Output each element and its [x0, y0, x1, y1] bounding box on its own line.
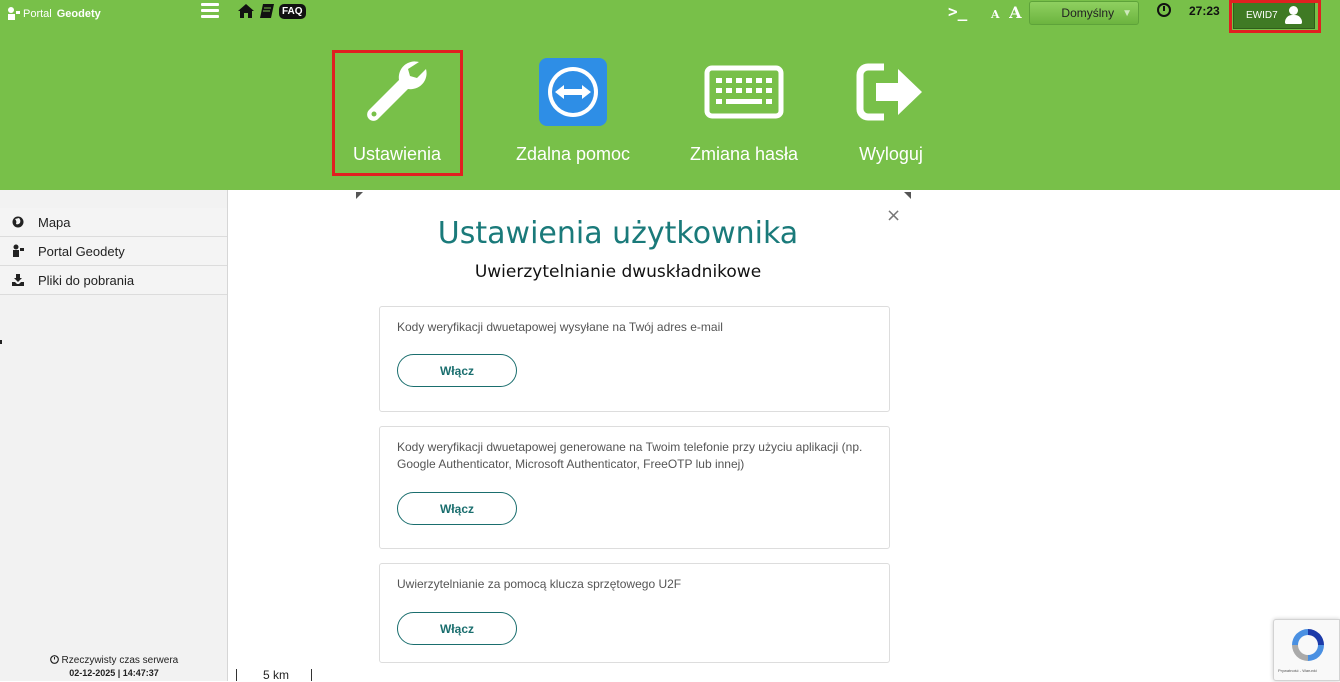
enable-u2f-button[interactable]: Włącz [397, 612, 517, 645]
download-icon [12, 274, 24, 286]
server-time-label: Rzeczywisty czas serwera [61, 655, 179, 666]
session-timer: 27:23 [1189, 4, 1220, 18]
enable-email-2fa-button[interactable]: Włącz [397, 354, 517, 387]
book-icon[interactable] [259, 3, 275, 19]
menu-tile-label: Wyloguj [859, 144, 923, 164]
portal-logo[interactable]: Portal Geodety [5, 6, 101, 22]
two-factor-email-card: Kody weryfikacji dwuetapowej wysyłane na… [379, 306, 890, 412]
sidebar-item-label: Pliki do pobrania [38, 272, 135, 288]
menu-tile-remote-help[interactable]: Zdalna pomoc [508, 52, 638, 172]
globe-icon [12, 216, 24, 228]
logo-bold-text: Geodety [56, 8, 101, 20]
menu-tile-change-password[interactable]: Zmiana hasła [679, 52, 809, 172]
server-clock: 14:47:37 [122, 668, 159, 678]
card-description: Uwierzytelnianie za pomocą klucza sprzęt… [397, 577, 682, 591]
logout-icon [856, 63, 922, 121]
surveyor-logo-icon [8, 7, 20, 20]
font-increase-button[interactable]: A [1009, 3, 1021, 22]
sidebar-item-label: Portal Geodety [38, 243, 125, 259]
terminal-icon[interactable]: >_ [948, 2, 967, 21]
user-highlight-box [1229, 0, 1321, 33]
modal-corner-left [356, 192, 363, 199]
sidebar-item-portal-geodety[interactable]: Portal Geodety [0, 237, 227, 266]
user-settings-modal: × Ustawienia użytkownika Uwierzytelniani… [324, 190, 912, 663]
menu-tile-logout[interactable]: Wyloguj [826, 52, 956, 172]
left-edge-marker [0, 340, 2, 344]
clock-icon [1157, 3, 1171, 17]
recaptcha-icon [1292, 629, 1324, 661]
logo-text: Portal [23, 8, 52, 20]
clock-small-icon [49, 655, 59, 664]
sidebar-item-map[interactable]: Mapa [0, 208, 227, 237]
settings-highlight-box [332, 50, 463, 176]
font-decrease-button[interactable]: A [991, 8, 1000, 21]
menu-tile-label: Zdalna pomoc [515, 144, 631, 164]
faq-button[interactable]: FAQ [279, 3, 306, 19]
menu-tile-label: Zmiana hasła [689, 144, 799, 164]
two-factor-u2f-card: Uwierzytelnianie za pomocą klucza sprzęt… [379, 563, 890, 663]
top-quick-icons: FAQ [237, 3, 306, 19]
map-scale: 5 km [236, 668, 313, 682]
server-time-panel: Rzeczywisty czas serwera 02-12-2025 | 14… [0, 655, 228, 678]
teamviewer-icon [539, 58, 607, 126]
sidebar: Mapa Portal Geodety Pliki do pobrania Rz… [0, 190, 228, 681]
sidebar-item-label: Mapa [38, 214, 71, 230]
two-factor-app-card: Kody weryfikacji dwuetapowej generowane … [379, 426, 890, 549]
theme-select[interactable]: Domyślny ▼ [1029, 1, 1139, 25]
enable-app-2fa-button[interactable]: Włącz [397, 492, 517, 525]
theme-select-value: Domyślny [1061, 6, 1115, 20]
sidebar-item-downloads[interactable]: Pliki do pobrania [0, 266, 227, 295]
hamburger-menu-icon[interactable] [201, 3, 219, 19]
recaptcha-footer: Prywatność - Warunki [1278, 668, 1317, 673]
map-scale-label: 5 km [263, 668, 290, 682]
header-green-area [0, 0, 1340, 190]
card-description: Kody weryfikacji dwuetapowej generowane … [397, 440, 863, 471]
surveyor-icon [13, 244, 24, 257]
keyboard-icon [704, 65, 784, 119]
card-description: Kody weryfikacji dwuetapowej wysyłane na… [397, 320, 723, 334]
home-icon[interactable] [237, 3, 255, 19]
modal-corner-right [904, 192, 911, 199]
modal-subtitle: Uwierzytelnianie dwuskładnikowe [474, 262, 762, 282]
recaptcha-badge[interactable]: Prywatność - Warunki [1273, 619, 1340, 681]
server-date: 02-12-2025 [69, 668, 116, 678]
chevron-down-icon: ▼ [1122, 7, 1132, 19]
modal-title: Ustawienia użytkownika [437, 216, 799, 251]
font-size-controls: A A [991, 3, 1022, 22]
